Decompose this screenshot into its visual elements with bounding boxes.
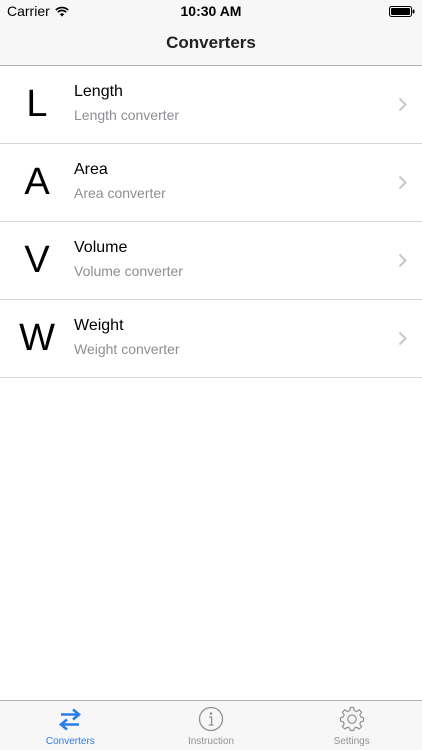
status-bar: Carrier 10:30 AM — [0, 0, 422, 22]
chevron-right-icon — [398, 97, 407, 112]
row-subtitle: Length converter — [74, 107, 180, 123]
tab-converters[interactable]: Converters — [0, 701, 141, 750]
row-letter-icon: V — [24, 239, 50, 281]
row-letter-icon: L — [26, 83, 48, 125]
tab-settings[interactable]: Settings — [281, 701, 422, 750]
list-item-volume[interactable]: V Volume Volume converter — [0, 222, 422, 300]
battery-icon — [389, 6, 415, 17]
navigation-bar: Converters — [0, 22, 422, 66]
list-item-weight[interactable]: W Weight Weight converter — [0, 300, 422, 378]
tab-label: Instruction — [187, 736, 235, 747]
row-title: Weight — [74, 317, 124, 334]
row-title: Volume — [74, 239, 128, 256]
tab-label: Converters — [45, 736, 95, 747]
row-subtitle: Volume converter — [74, 263, 183, 279]
gear-icon — [339, 706, 364, 732]
row-subtitle: Weight converter — [74, 341, 180, 357]
chevron-right-icon — [398, 253, 407, 268]
tab-instruction[interactable]: Instruction — [141, 701, 282, 750]
tab-label: Settings — [333, 736, 370, 747]
row-title: Area — [74, 161, 108, 178]
list-item-length[interactable]: L Length Length converter — [0, 66, 422, 144]
app-screen: Carrier 10:30 AM Converters L Length Len… — [0, 0, 422, 750]
status-time: 10:30 AM — [180, 3, 242, 19]
row-letter-icon: W — [19, 317, 55, 359]
page-title: Converters — [166, 33, 256, 52]
swap-arrows-icon — [59, 708, 82, 731]
info-icon — [198, 706, 224, 732]
row-subtitle: Area converter — [74, 185, 166, 201]
converter-list: L Length Length converter A Area Area co… — [0, 66, 422, 378]
row-title: Length — [74, 83, 123, 100]
chevron-right-icon — [398, 175, 407, 190]
list-item-area[interactable]: A Area Area converter — [0, 144, 422, 222]
tab-bar: Converters Instruction Settings — [0, 700, 422, 750]
chevron-right-icon — [398, 331, 407, 346]
row-letter-icon: A — [24, 161, 50, 203]
